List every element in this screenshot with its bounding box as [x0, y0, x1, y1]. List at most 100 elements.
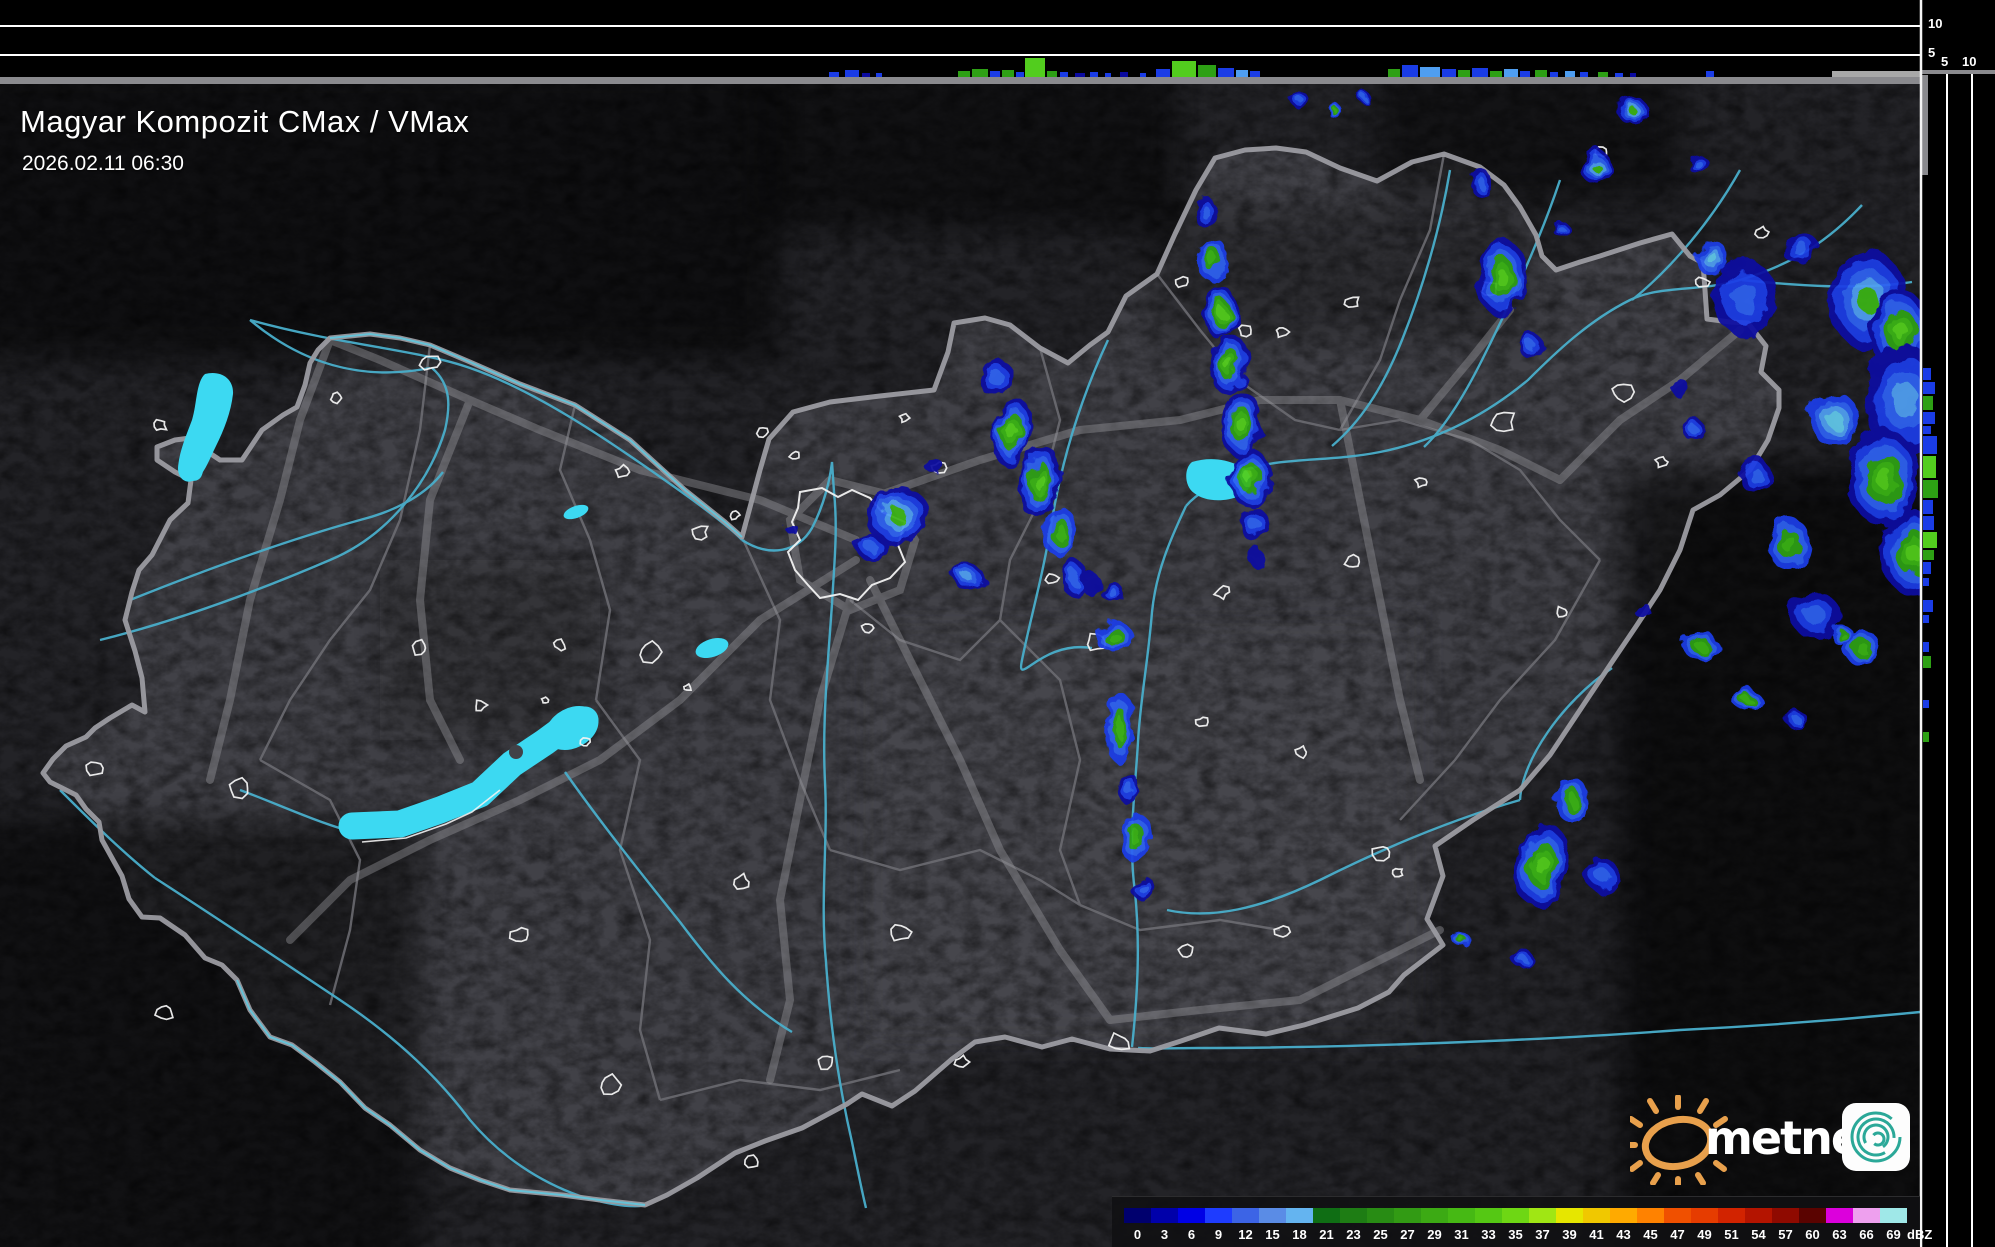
dbz-color-cell	[1799, 1208, 1826, 1223]
echo-blob	[1586, 857, 1618, 893]
top-axis-label-10: 10	[1928, 16, 1942, 31]
echo-blob	[1249, 548, 1265, 568]
right-nodata-bar	[1922, 75, 1928, 175]
dbz-tick: 37	[1529, 1227, 1556, 1242]
dbz-color-cell	[1232, 1208, 1259, 1223]
dbz-tick: 57	[1772, 1227, 1799, 1242]
echo-blob	[1551, 221, 1569, 235]
dbz-color-cell	[1664, 1208, 1691, 1223]
echo-blob	[1355, 90, 1369, 100]
echo-blob	[1511, 949, 1533, 967]
dbz-tick: 43	[1610, 1227, 1637, 1242]
echo-blob	[1682, 631, 1718, 659]
dbz-tick: 60	[1799, 1227, 1826, 1242]
dbz-tick: 39	[1556, 1227, 1583, 1242]
top-axis-label-5: 5	[1928, 45, 1935, 60]
dbz-color-cell	[1826, 1208, 1853, 1223]
dbz-tick: 3	[1151, 1227, 1178, 1242]
dbz-color-cell	[1178, 1208, 1205, 1223]
dbz-color-cell	[1475, 1208, 1502, 1223]
dbz-tick: 9	[1205, 1227, 1232, 1242]
echo-blob	[1117, 772, 1139, 804]
dbz-tick: 35	[1502, 1227, 1529, 1242]
right-profile	[1922, 0, 1995, 1247]
echo-blob	[1713, 260, 1777, 336]
dbz-tick: 49	[1691, 1227, 1718, 1242]
echo-blob	[1100, 583, 1124, 601]
radar-composite-app: Magyar Kompozit CMax / VMax 2026.02.11 0…	[0, 0, 1995, 1247]
metnet-app-icon	[1842, 1103, 1910, 1171]
dbz-color-cell	[1718, 1208, 1745, 1223]
dbz-color-cell	[1151, 1208, 1178, 1223]
dbz-color-cell	[1286, 1208, 1313, 1223]
echo-blob	[1780, 233, 1820, 263]
right-axis-label-10: 10	[1962, 54, 1976, 69]
dbz-tick: 51	[1718, 1227, 1745, 1242]
dbz-tick: 45	[1637, 1227, 1664, 1242]
dbz-color-cell	[1583, 1208, 1610, 1223]
dbz-tick: 66	[1853, 1227, 1880, 1242]
dbz-color-cell	[1340, 1208, 1367, 1223]
echo-blob	[1670, 380, 1690, 396]
dbz-color-cell	[1529, 1208, 1556, 1223]
dbz-colorbar	[1124, 1208, 1907, 1223]
dbz-color-cell	[1610, 1208, 1637, 1223]
dbz-color-cell	[1205, 1208, 1232, 1223]
right-axis-label-5: 5	[1941, 54, 1948, 69]
echo-blob	[1581, 149, 1611, 185]
metnet-logo[interactable]: metnet	[1630, 1095, 1920, 1185]
dbz-color-cell	[1421, 1208, 1448, 1223]
echo-blob	[784, 524, 798, 532]
dbz-color-cell	[1313, 1208, 1340, 1223]
dbz-color-cell	[1124, 1208, 1151, 1223]
dbz-tick: 6	[1178, 1227, 1205, 1242]
top-separator	[0, 77, 1921, 84]
echo-blob	[1469, 168, 1491, 196]
echo-blob	[1694, 242, 1730, 274]
right-separator	[1922, 70, 1995, 74]
dbz-color-cell	[1259, 1208, 1286, 1223]
dbz-color-cell	[1367, 1208, 1394, 1223]
dbz-color-cell	[1691, 1208, 1718, 1223]
echo-blob	[952, 565, 984, 589]
dbz-color-cell	[1637, 1208, 1664, 1223]
echo-blob	[1733, 689, 1761, 711]
radar-map	[0, 0, 1995, 1247]
echo-blob	[1328, 106, 1344, 118]
dbz-legend: 0369121518212325272931333537394143454749…	[1112, 1196, 1920, 1247]
echo-blob	[1680, 418, 1704, 438]
echo-blob	[1768, 519, 1812, 571]
echo-blob	[1554, 778, 1590, 822]
dbz-color-cell	[1556, 1208, 1583, 1223]
echo-blob	[1453, 933, 1471, 947]
echo-blob	[1786, 711, 1808, 729]
dbz-tick: 47	[1664, 1227, 1691, 1242]
top-profile	[0, 0, 1921, 84]
echo-blob	[1739, 457, 1771, 493]
dbz-color-cell	[1502, 1208, 1529, 1223]
dbz-color-cell	[1772, 1208, 1799, 1223]
echo-blob	[1519, 331, 1541, 359]
dbz-color-cell	[1880, 1208, 1907, 1223]
dbz-tick: 29	[1421, 1227, 1448, 1242]
dbz-tick: 41	[1583, 1227, 1610, 1242]
dbz-tick: 0	[1124, 1227, 1151, 1242]
echo-blob	[1618, 99, 1650, 125]
echo-blob	[1809, 394, 1861, 446]
top-nodata-bar	[1832, 71, 1921, 78]
dbz-tick: 12	[1232, 1227, 1259, 1242]
echo-blob	[1132, 875, 1154, 901]
dbz-tick: 27	[1394, 1227, 1421, 1242]
dbz-tick: 21	[1313, 1227, 1340, 1242]
dbz-tick: 54	[1745, 1227, 1772, 1242]
dbz-tick-labels: 0369121518212325272931333537394143454749…	[1124, 1227, 1907, 1242]
dbz-tick: 31	[1448, 1227, 1475, 1242]
dbz-color-cell	[1448, 1208, 1475, 1223]
timestamp: 2026.02.11 06:30	[22, 152, 184, 176]
dbz-tick: 18	[1286, 1227, 1313, 1242]
dbz-tick: 69	[1880, 1227, 1907, 1242]
echo-blob	[1081, 571, 1099, 595]
echo-blob	[1687, 155, 1709, 173]
echo-blob	[1633, 603, 1651, 617]
tihany-notch	[509, 745, 523, 759]
